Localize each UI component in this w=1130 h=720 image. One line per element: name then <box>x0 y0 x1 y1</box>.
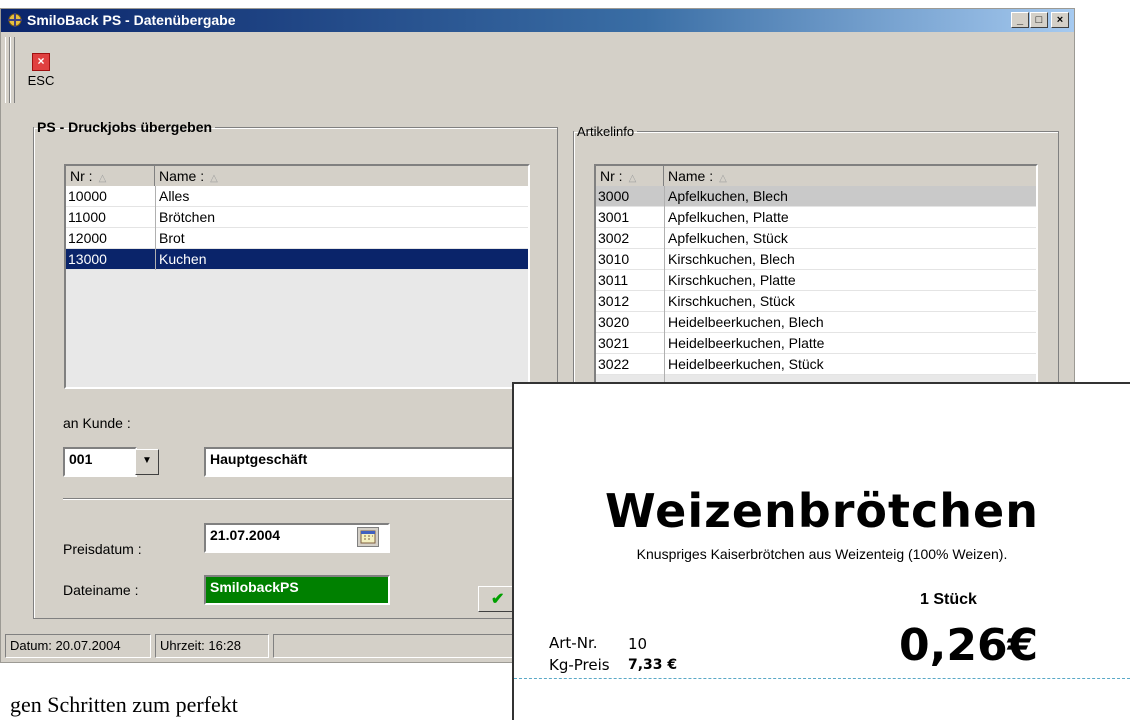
item-name: Apfelkuchen, Blech <box>668 188 788 204</box>
kunde-name-field[interactable]: Hauptgeschäft <box>204 447 524 477</box>
item-name: Kirschkuchen, Stück <box>668 293 795 309</box>
item-nr: 10000 <box>68 188 107 204</box>
druckjobs-legend: PS - Druckjobs übergeben <box>37 119 213 135</box>
dateiname-field[interactable]: SmilobackPS <box>204 575 390 605</box>
status-empty <box>273 634 513 658</box>
column-header-name[interactable]: Name : △ <box>155 166 528 186</box>
item-name: Heidelbeerkuchen, Blech <box>668 314 824 330</box>
price-value: 0,26€ <box>899 620 1039 671</box>
item-nr: 3002 <box>598 230 630 246</box>
price-label-card: Weizenbrötchen Knuspriges Kaiserbrötchen… <box>512 382 1130 720</box>
title-bar: SmiloBack PS - Datenübergabe _ □ × <box>1 9 1074 32</box>
calendar-icon[interactable] <box>357 527 379 547</box>
esc-button[interactable]: × ESC <box>19 53 63 101</box>
preisdatum-value: 21.07.2004 <box>210 527 281 543</box>
artikelinfo-legend: Artikelinfo <box>577 124 635 139</box>
chevron-down-icon[interactable]: ▼ <box>135 449 159 475</box>
toolbar: × ESC <box>1 33 1074 105</box>
preisdatum-label: Preisdatum : <box>63 541 142 557</box>
unit-label: 1 Stück <box>920 591 977 608</box>
item-name: Heidelbeerkuchen, Platte <box>668 335 825 351</box>
item-name: Alles <box>159 188 190 204</box>
list-item[interactable]: 10000 Alles <box>66 186 528 207</box>
artnr-label: Art-Nr. <box>549 634 598 652</box>
kunde-code-select[interactable]: 001 <box>63 447 137 477</box>
item-nr: 3022 <box>598 356 630 372</box>
minimize-button[interactable]: _ <box>1011 12 1029 28</box>
list-header: Nr : △ Name : △ <box>596 166 1036 187</box>
list-item-selected[interactable]: 13000 Kuchen <box>66 249 528 270</box>
column-header-nr[interactable]: Nr : △ <box>596 166 664 186</box>
item-name: Apfelkuchen, Platte <box>668 209 789 225</box>
item-name: Kirschkuchen, Platte <box>668 272 796 288</box>
list-item[interactable]: 3011 Kirschkuchen, Platte <box>596 270 1036 291</box>
item-name: Apfelkuchen, Stück <box>668 230 788 246</box>
list-item[interactable]: 3002 Apfelkuchen, Stück <box>596 228 1036 249</box>
close-x-icon: × <box>32 53 50 71</box>
item-nr: 11000 <box>68 209 106 225</box>
kunde-code-value: 001 <box>69 451 93 467</box>
item-name: Kuchen <box>159 251 207 267</box>
list-item[interactable]: 3010 Kirschkuchen, Blech <box>596 249 1036 270</box>
item-name: Kirschkuchen, Blech <box>668 251 795 267</box>
status-datum: Datum: 20.07.2004 <box>5 634 151 658</box>
product-description: Knuspriges Kaiserbrötchen aus Weizenteig… <box>636 546 1008 562</box>
item-nr: 3020 <box>598 314 630 330</box>
column-divider <box>664 186 665 394</box>
kgpreis-value: 7,33 € <box>628 657 678 673</box>
column-header-nr[interactable]: Nr : △ <box>66 166 155 186</box>
dateiname-label: Dateiname : <box>63 582 139 598</box>
column-divider <box>155 186 156 270</box>
kunde-name-value: Hauptgeschäft <box>210 451 308 467</box>
list-item[interactable]: 11000 Brötchen <box>66 207 528 228</box>
item-name: Heidelbeerkuchen, Stück <box>668 356 824 372</box>
esc-label: ESC <box>27 73 55 88</box>
background-document-text: gen Schritten zum perfekt <box>10 692 238 717</box>
list-item-highlighted[interactable]: 3000 Apfelkuchen, Blech <box>596 186 1036 207</box>
kunde-label: an Kunde : <box>63 415 131 431</box>
kgpreis-label: Kg-Preis <box>549 656 610 674</box>
item-name: Brötchen <box>159 209 216 225</box>
artnr-value: 10 <box>628 635 648 653</box>
status-uhrzeit: Uhrzeit: 16:28 <box>155 634 269 658</box>
item-nr: 3012 <box>598 293 630 309</box>
item-nr: 13000 <box>68 251 107 267</box>
item-nr: 3021 <box>598 335 630 351</box>
artikel-list[interactable]: Nr : △ Name : △ 3000 Apfelkuchen, Blech 300… <box>594 164 1038 394</box>
check-icon: ✔ <box>491 591 505 608</box>
list-item[interactable]: 3001 Apfelkuchen, Platte <box>596 207 1036 228</box>
toolbar-grip <box>10 37 15 103</box>
list-item[interactable]: 3022 Heidelbeerkuchen, Stück <box>596 354 1036 375</box>
dashed-guide-line <box>514 678 1130 679</box>
item-nr: 12000 <box>68 230 107 246</box>
maximize-button[interactable]: □ <box>1030 12 1048 28</box>
list-item[interactable]: 3020 Heidelbeerkuchen, Blech <box>596 312 1036 333</box>
item-nr: 3001 <box>598 209 630 225</box>
close-button[interactable]: × <box>1051 12 1069 28</box>
list-item[interactable]: 3021 Heidelbeerkuchen, Platte <box>596 333 1036 354</box>
list-item[interactable]: 3012 Kirschkuchen, Stück <box>596 291 1036 312</box>
column-header-name[interactable]: Name : △ <box>664 166 1036 186</box>
list-item[interactable]: 12000 Brot <box>66 228 528 249</box>
dateiname-value: SmilobackPS <box>210 579 299 595</box>
item-nr: 3000 <box>598 188 630 204</box>
app-icon <box>8 13 22 27</box>
item-name: Brot <box>159 230 185 246</box>
divider <box>63 498 529 500</box>
window-title: SmiloBack PS - Datenübergabe <box>27 12 236 28</box>
product-name: Weizenbrötchen <box>605 484 1039 538</box>
druckjobs-list[interactable]: Nr : △ Name : △ 10000 Alles 11000 Brötchen… <box>64 164 530 389</box>
item-nr: 3011 <box>598 272 629 288</box>
status-bar: Datum: 20.07.2004 Uhrzeit: 16:28 <box>5 634 513 658</box>
item-nr: 3010 <box>598 251 630 267</box>
list-header: Nr : △ Name : △ <box>66 166 528 187</box>
